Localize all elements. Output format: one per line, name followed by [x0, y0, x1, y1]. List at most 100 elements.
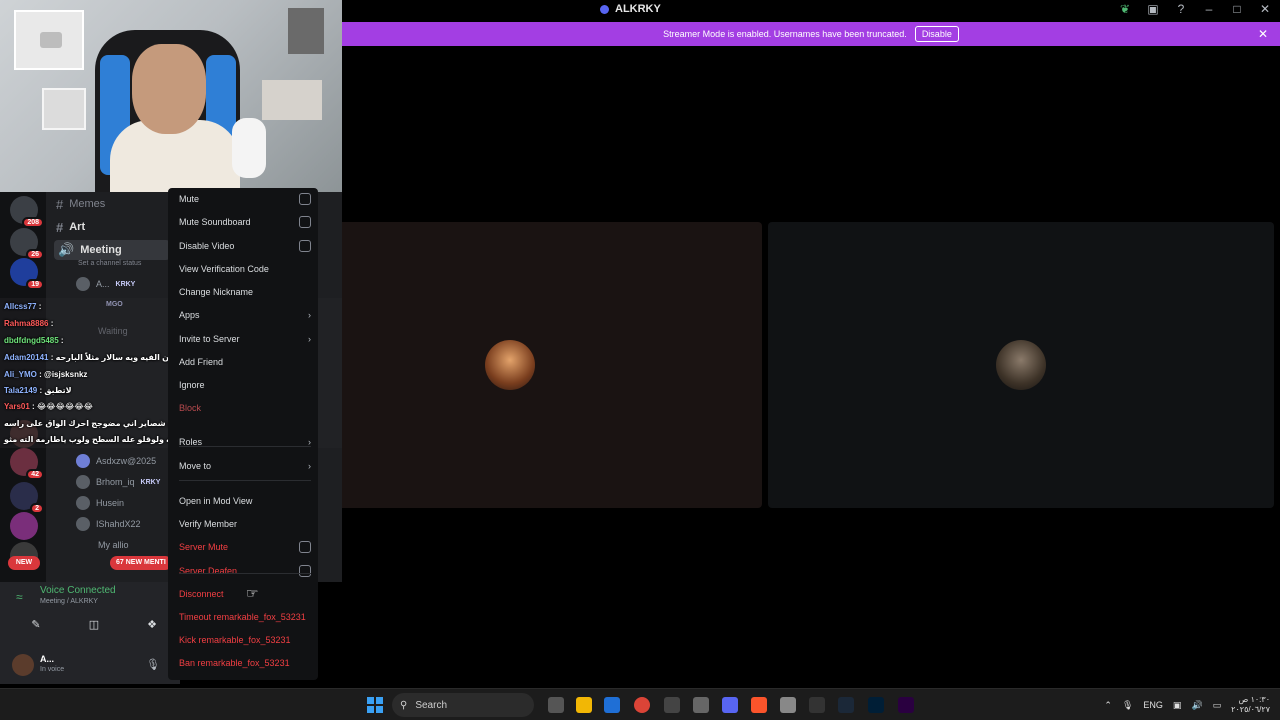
store-icon[interactable]: [604, 697, 620, 713]
clock[interactable]: ١٠:٣٠ ص ٢٠٢٥/٠٦/٢٧: [1231, 695, 1270, 715]
photoshop-icon[interactable]: [868, 697, 884, 713]
volume-icon[interactable]: 🔊: [1191, 700, 1202, 711]
file-explorer-icon[interactable]: [576, 697, 592, 713]
streamer-face: [132, 44, 206, 134]
checkbox[interactable]: [299, 565, 311, 577]
menu-item-mute-soundboard[interactable]: Mute Soundboard: [179, 213, 311, 231]
brave-icon[interactable]: [751, 697, 767, 713]
chat-message: Ali_YMO : @isjsksnkz: [4, 370, 87, 379]
new-mentions-pill[interactable]: 67 NEW MENTI: [110, 556, 172, 570]
menu-item-label: Verify Member: [179, 519, 238, 529]
help-icon[interactable]: ?: [1174, 2, 1188, 16]
menu-item-move-to[interactable]: Move to ›: [179, 457, 311, 475]
user-panel: A... In voice 🎙: [10, 650, 180, 680]
channel-status[interactable]: Set a channel status: [78, 260, 141, 267]
maximize-icon[interactable]: □: [1230, 2, 1244, 16]
battery-icon[interactable]: ▭: [1213, 700, 1222, 711]
app-icon[interactable]: [809, 697, 825, 713]
speaker-icon: 🔊: [58, 242, 75, 257]
steam-icon[interactable]: [838, 697, 854, 713]
shelf: [262, 80, 322, 120]
menu-item-apps[interactable]: Apps ›: [179, 306, 311, 324]
voice-member[interactable]: Husein: [76, 495, 124, 511]
participant-avatar-right: [996, 340, 1046, 390]
app-icon[interactable]: [664, 697, 680, 713]
avatar[interactable]: [12, 654, 34, 676]
server-badge: 42: [26, 469, 44, 480]
menu-item-disconnect[interactable]: Disconnect: [179, 585, 311, 603]
chevron-right-icon: ›: [308, 461, 311, 471]
menu-item-roles[interactable]: Roles ›: [179, 433, 311, 451]
menu-item-change-nickname[interactable]: Change Nickname: [179, 283, 311, 301]
mic-tray-icon[interactable]: 🎙: [1122, 700, 1133, 711]
banner-close-icon[interactable]: ✕: [1258, 27, 1268, 41]
channel-meeting[interactable]: 🔊 Meeting: [54, 240, 170, 260]
menu-item-label: Block: [179, 403, 202, 413]
screen-share-icon[interactable]: ◫: [72, 618, 116, 636]
close-icon[interactable]: ✕: [1258, 2, 1272, 16]
inbox-icon[interactable]: ▣: [1146, 2, 1160, 16]
menu-item-ignore[interactable]: Ignore: [179, 376, 311, 394]
app-icon[interactable]: [780, 697, 796, 713]
menu-item-verify-member[interactable]: Verify Member: [179, 515, 311, 533]
server-icon-3[interactable]: 19: [10, 258, 44, 290]
menu-item-server-deafen[interactable]: Server Deafen: [179, 562, 311, 580]
server-icon-5[interactable]: 42: [10, 448, 44, 480]
discord-icon[interactable]: [722, 697, 738, 713]
avatar: [76, 496, 90, 510]
network-icon[interactable]: ▣: [1173, 700, 1182, 711]
menu-item-label: Mute Soundboard: [179, 217, 251, 227]
chat-text: : 😂😂😂😂😂😂: [32, 402, 94, 411]
menu-item-ban-remarkable-fox-53231[interactable]: Ban remarkable_fox_53231: [179, 654, 311, 672]
menu-item-mute[interactable]: Mute: [179, 190, 311, 208]
taskbar-search[interactable]: ⚲ Search: [392, 693, 534, 717]
voice-status: Voice Connected: [40, 585, 116, 596]
window-title: ALKRKY: [600, 3, 661, 15]
video-off-icon[interactable]: ✎: [14, 618, 58, 636]
chevron-up-icon[interactable]: ⌃: [1104, 700, 1112, 711]
signal-icon[interactable]: ≈: [16, 590, 23, 604]
premiere-icon[interactable]: [898, 697, 914, 713]
menu-item-open-in-mod-view[interactable]: Open in Mod View: [179, 492, 311, 510]
menu-item-server-mute[interactable]: Server Mute: [179, 538, 311, 556]
clock-time: ١٠:٣٠ ص: [1238, 695, 1270, 704]
chrome-icon[interactable]: [634, 697, 650, 713]
menu-item-block[interactable]: Block: [179, 399, 311, 417]
server-icon-2[interactable]: 26: [10, 228, 44, 260]
new-unreads-pill[interactable]: NEW: [8, 556, 40, 570]
server-icon-1[interactable]: 208: [10, 196, 44, 228]
microphone-icon[interactable]: 🎙: [146, 658, 160, 671]
checkbox[interactable]: [299, 216, 311, 228]
voice-member[interactable]: A... KRKY: [76, 276, 135, 292]
channel-art[interactable]: # Art: [56, 217, 85, 237]
voice-location[interactable]: Meeting / ALKRKY: [40, 598, 98, 605]
menu-item-add-friend[interactable]: Add Friend: [179, 353, 311, 371]
obs-icon[interactable]: [693, 697, 709, 713]
minimize-icon[interactable]: –: [1202, 2, 1216, 16]
menu-item-label: Server Mute: [179, 542, 229, 552]
checkbox[interactable]: [299, 240, 311, 252]
checkbox[interactable]: [299, 193, 311, 205]
disable-streamer-mode-button[interactable]: Disable: [914, 26, 959, 42]
windows-start-icon[interactable]: [367, 697, 383, 713]
task-view-icon[interactable]: [548, 697, 564, 713]
menu-item-kick-remarkable-fox-53231[interactable]: Kick remarkable_fox_53231: [179, 631, 311, 649]
menu-item-invite-to-server[interactable]: Invite to Server ›: [179, 330, 311, 348]
voice-member[interactable]: Asdxzw@2025: [76, 453, 156, 469]
language-indicator[interactable]: ENG: [1143, 700, 1163, 710]
voice-member[interactable]: IShahdX22: [76, 516, 141, 532]
channel-memes[interactable]: # Memes: [56, 194, 105, 214]
participant-avatar-left: [485, 340, 535, 390]
server-icon-6[interactable]: 2: [10, 482, 44, 514]
menu-separator: [179, 573, 311, 574]
server-icon-7[interactable]: [10, 512, 38, 540]
checkbox[interactable]: [299, 541, 311, 553]
leaf-icon[interactable]: ❦: [1118, 2, 1132, 16]
voice-member[interactable]: My allio: [98, 537, 129, 553]
menu-item-view-verification-code[interactable]: View Verification Code: [179, 260, 311, 278]
video-tile-left[interactable]: [318, 222, 762, 508]
menu-item-disable-video[interactable]: Disable Video: [179, 237, 311, 255]
menu-item-timeout-remarkable-fox-53231[interactable]: Timeout remarkable_fox_53231: [179, 608, 311, 626]
voice-member[interactable]: Brhom_iq KRKY: [76, 474, 160, 490]
member-name: A...: [96, 279, 110, 289]
